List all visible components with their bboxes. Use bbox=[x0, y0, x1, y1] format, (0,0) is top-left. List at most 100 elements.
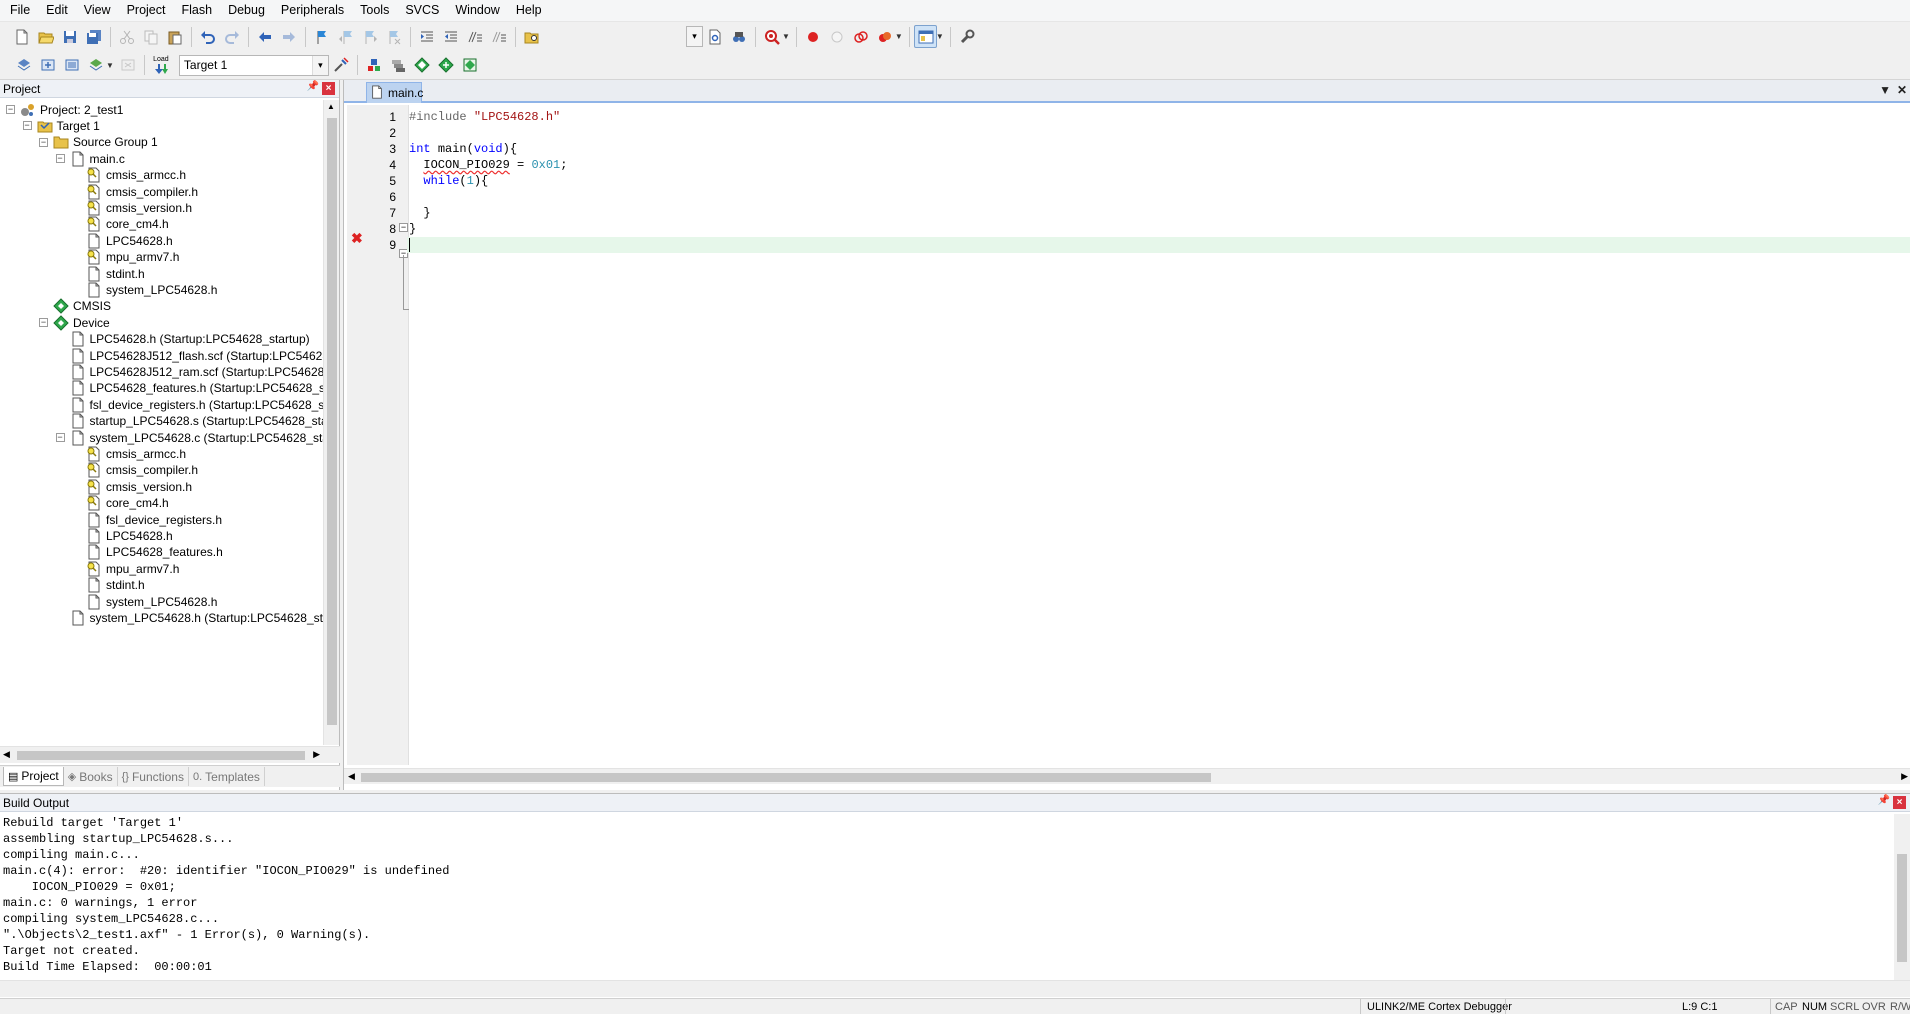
code-editor[interactable]: #include "LPC54628.h" int main(void){ IO… bbox=[407, 105, 1910, 765]
arrow-right-icon bbox=[283, 31, 295, 42]
navigate-forward-button[interactable] bbox=[278, 25, 301, 48]
batch-build-button[interactable] bbox=[85, 54, 108, 77]
scrollbar-thumb[interactable] bbox=[327, 118, 337, 725]
pin-icon[interactable]: 📌 bbox=[1878, 795, 1890, 806]
save-all-button[interactable] bbox=[83, 25, 106, 48]
menu-file[interactable]: File bbox=[2, 0, 38, 21]
tree-expander[interactable]: − bbox=[6, 105, 15, 114]
build-button[interactable] bbox=[37, 54, 60, 77]
comment-button[interactable] bbox=[464, 25, 487, 48]
build-output-line: ".\Objects\2_test1.axf" - 1 Error(s), 0 … bbox=[3, 928, 371, 942]
save-button[interactable] bbox=[59, 25, 82, 48]
tree-expander[interactable]: − bbox=[22, 121, 32, 131]
undo-button[interactable] bbox=[197, 25, 220, 48]
menu-view[interactable]: View bbox=[76, 0, 119, 21]
file-icon bbox=[86, 282, 102, 298]
menu-peripherals[interactable]: Peripherals bbox=[273, 0, 352, 21]
find-combo-dropdown[interactable]: ▾ bbox=[686, 26, 703, 47]
debug-session-button[interactable] bbox=[761, 25, 784, 48]
rebuild-button[interactable] bbox=[61, 54, 84, 77]
close-panel-button[interactable]: × bbox=[322, 82, 335, 95]
chevron-down-icon[interactable]: ▼ bbox=[782, 32, 790, 41]
cut-button[interactable] bbox=[116, 25, 139, 48]
target-select[interactable]: Target 1 ▾ bbox=[178, 54, 329, 76]
tree-expander[interactable]: − bbox=[39, 137, 48, 147]
tab-list-dropdown-icon[interactable]: ▼ bbox=[1879, 83, 1891, 97]
build-horizontal-scrollbar[interactable] bbox=[0, 980, 1910, 997]
scroll-right-icon[interactable]: ▶ bbox=[313, 749, 320, 760]
scrollbar-thumb[interactable] bbox=[17, 751, 305, 760]
select-packs-button[interactable] bbox=[386, 54, 409, 77]
menu-help[interactable]: Help bbox=[508, 0, 550, 21]
stop-build-button[interactable] bbox=[116, 54, 139, 77]
build-vertical-scrollbar[interactable] bbox=[1894, 814, 1910, 980]
build-output-text[interactable]: Rebuild target 'Target 1' assembling star… bbox=[3, 815, 1893, 980]
download-button[interactable]: Load bbox=[149, 54, 172, 77]
tree-expander[interactable]: − bbox=[39, 318, 48, 328]
tab-functions[interactable]: {} Functions bbox=[118, 767, 189, 786]
tab-main-c[interactable]: main.c bbox=[366, 82, 423, 103]
scroll-left-icon[interactable]: ◀ bbox=[348, 771, 355, 782]
chevron-down-icon[interactable]: ▼ bbox=[936, 32, 944, 41]
tree-expander[interactable]: − bbox=[55, 433, 65, 442]
close-tab-icon[interactable]: ✕ bbox=[1897, 83, 1907, 97]
scroll-left-icon[interactable]: ◀ bbox=[3, 749, 10, 760]
incremental-find-button[interactable] bbox=[728, 25, 751, 48]
menu-debug[interactable]: Debug bbox=[220, 0, 273, 21]
insert-breakpoint-button[interactable] bbox=[801, 25, 824, 48]
navigate-back-button[interactable] bbox=[254, 25, 277, 48]
copy-button[interactable] bbox=[140, 25, 163, 48]
pack-installer-button[interactable] bbox=[434, 54, 457, 77]
indent-button[interactable] bbox=[416, 25, 439, 48]
scroll-right-icon[interactable]: ▶ bbox=[1901, 771, 1908, 782]
paste-button[interactable] bbox=[164, 25, 187, 48]
enable-breakpoint-button[interactable] bbox=[825, 25, 848, 48]
status-separator bbox=[1505, 999, 1506, 1014]
tree-expander[interactable]: − bbox=[55, 154, 65, 164]
new-file-button[interactable] bbox=[11, 25, 34, 48]
bookmark-clear-button[interactable] bbox=[383, 25, 406, 48]
tree-node[interactable]: system_LPC54628.h (Startup:LPC54628_star… bbox=[70, 608, 324, 627]
menu-tools[interactable]: Tools bbox=[352, 0, 397, 21]
project-horizontal-scrollbar[interactable]: ◀ ▶ bbox=[0, 746, 340, 763]
scroll-up-icon[interactable]: ▲ bbox=[327, 102, 335, 111]
manage-project-items-button[interactable] bbox=[362, 54, 385, 77]
error-marker-icon[interactable]: ✖ bbox=[351, 230, 363, 246]
uncomment-button[interactable] bbox=[488, 25, 511, 48]
find-in-files-button[interactable] bbox=[521, 25, 544, 48]
close-panel-button[interactable]: × bbox=[1893, 796, 1906, 809]
menu-flash[interactable]: Flash bbox=[173, 0, 220, 21]
disable-all-breakpoints-button[interactable] bbox=[849, 25, 872, 48]
chevron-down-icon[interactable]: ▼ bbox=[106, 61, 114, 70]
menu-window[interactable]: Window bbox=[447, 0, 507, 21]
build-output-line: compiling system_LPC54628.c... bbox=[3, 912, 220, 926]
bookmark-prev-button[interactable] bbox=[335, 25, 358, 48]
pack-update-button[interactable] bbox=[458, 54, 481, 77]
translate-button[interactable] bbox=[13, 54, 36, 77]
editor-horizontal-scrollbar[interactable]: ◀ ▶ bbox=[344, 768, 1910, 784]
fold-toggle[interactable]: − bbox=[399, 223, 408, 232]
open-file-button[interactable] bbox=[35, 25, 58, 48]
unindent-button[interactable] bbox=[440, 25, 463, 48]
options-for-target-button[interactable] bbox=[329, 54, 352, 77]
manage-rte-button[interactable] bbox=[410, 54, 433, 77]
bookmark-next-button[interactable] bbox=[359, 25, 382, 48]
tab-books[interactable]: ◈ Books bbox=[64, 767, 118, 786]
kill-all-breakpoints-button[interactable] bbox=[873, 25, 896, 48]
bookmark-toggle-button[interactable] bbox=[311, 25, 334, 48]
tab-project[interactable]: ▤ Project bbox=[3, 767, 64, 786]
undo-icon bbox=[201, 30, 215, 44]
scrollbar-thumb[interactable] bbox=[1897, 854, 1907, 962]
project-vertical-scrollbar[interactable]: ▲ bbox=[323, 100, 339, 745]
tab-templates[interactable]: 0. Templates bbox=[189, 767, 265, 786]
window-layout-button[interactable] bbox=[914, 25, 938, 48]
pin-icon[interactable]: 📌 bbox=[307, 81, 319, 92]
menu-edit[interactable]: Edit bbox=[38, 0, 76, 21]
menu-project[interactable]: Project bbox=[119, 0, 174, 21]
chevron-down-icon[interactable]: ▼ bbox=[895, 32, 903, 41]
configure-button[interactable] bbox=[955, 25, 978, 48]
find-button[interactable] bbox=[704, 25, 727, 48]
scrollbar-thumb[interactable] bbox=[361, 773, 1211, 782]
redo-button[interactable] bbox=[221, 25, 244, 48]
menu-svcs[interactable]: SVCS bbox=[397, 0, 447, 21]
